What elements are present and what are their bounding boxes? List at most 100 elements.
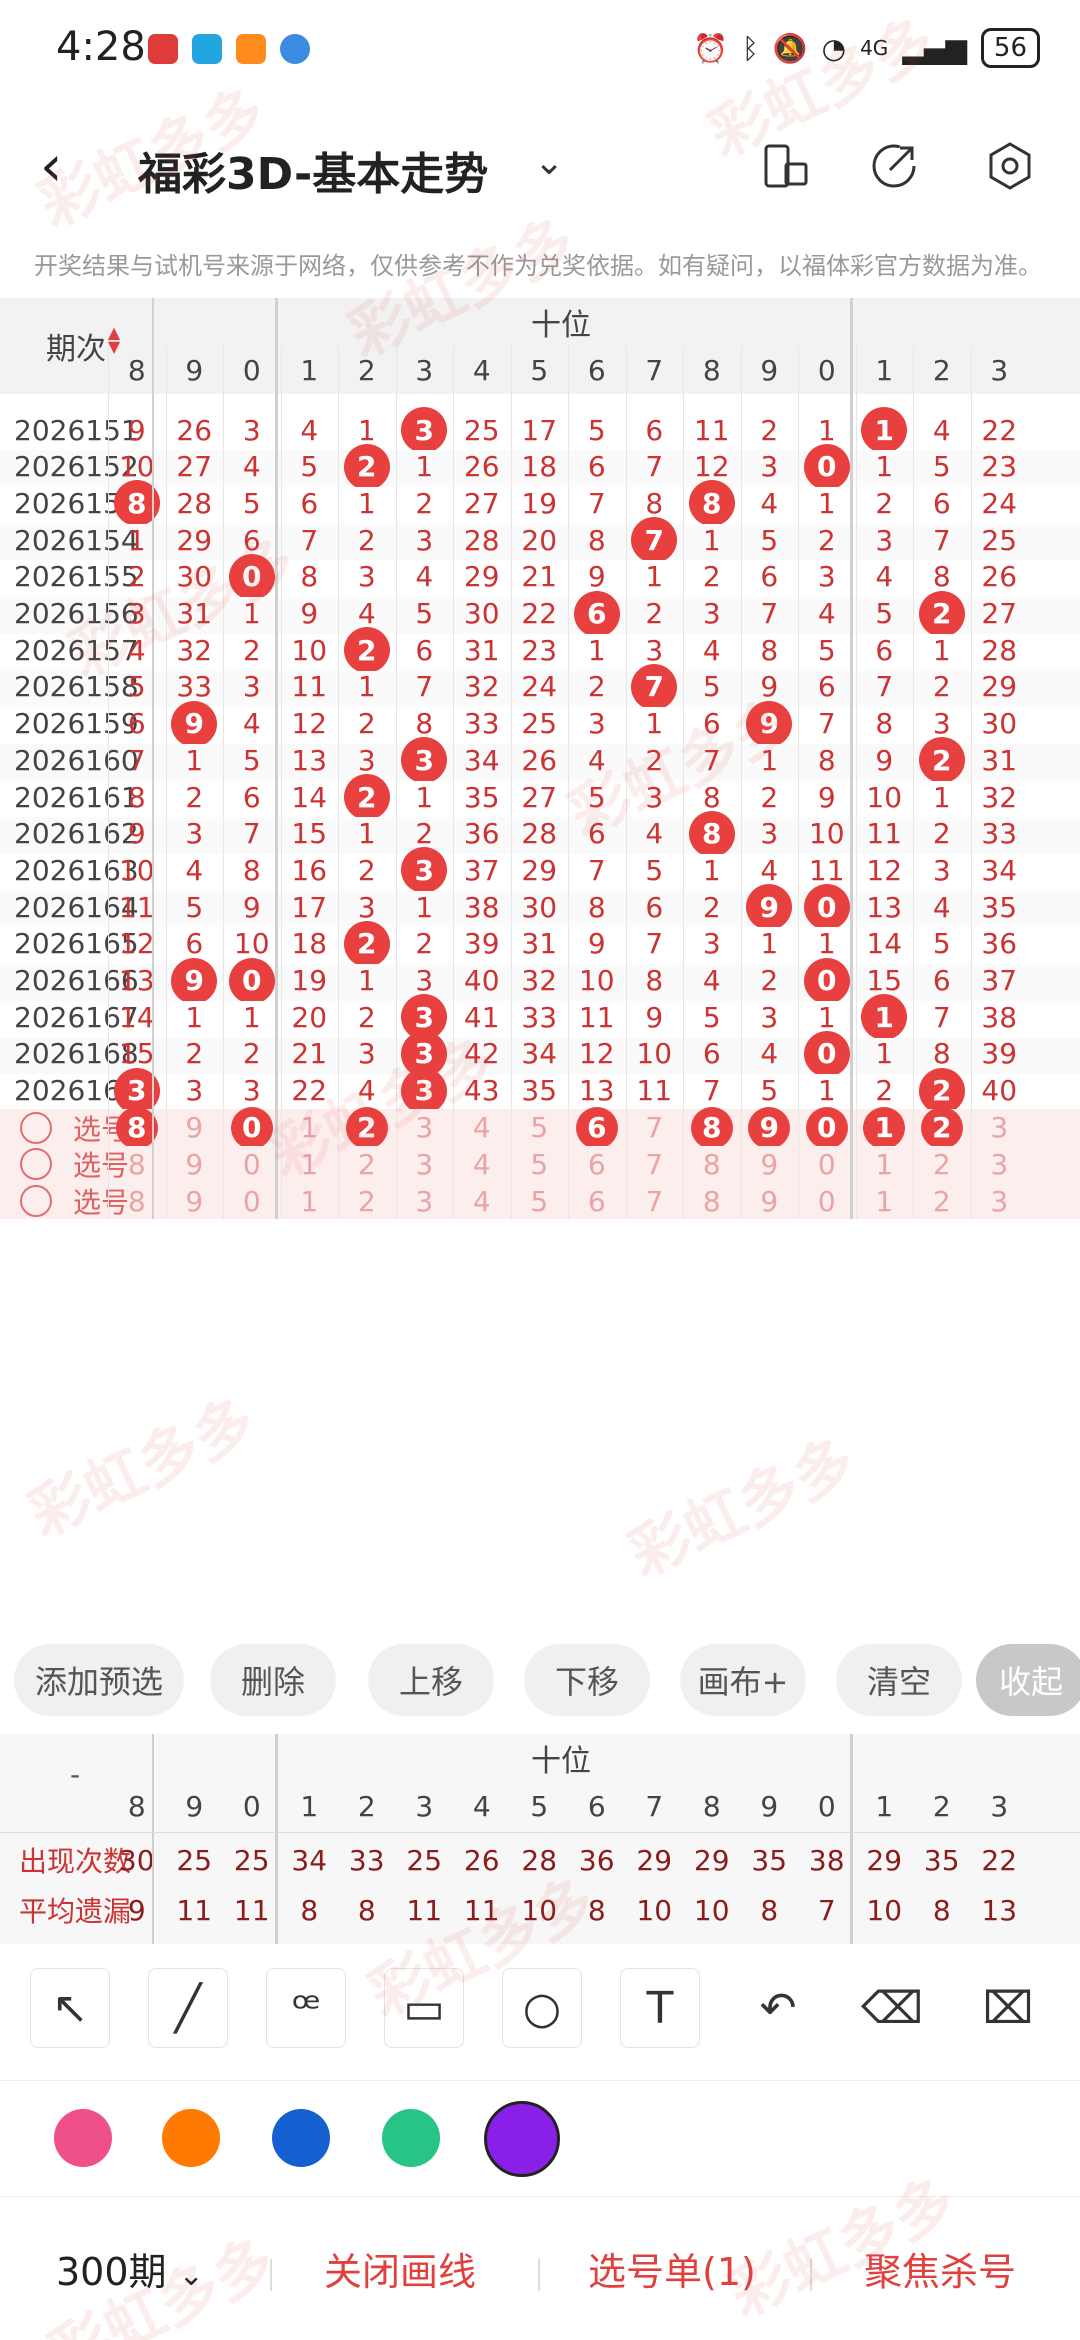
- pick-number[interactable]: 5: [511, 1146, 567, 1182]
- omission-value: 25: [521, 707, 558, 741]
- pick-number-selected[interactable]: 2: [920, 1106, 963, 1149]
- pick-number[interactable]: 2: [339, 1183, 395, 1219]
- phone-layout-icon[interactable]: [760, 140, 812, 192]
- pick-number[interactable]: 2: [339, 1146, 395, 1182]
- pick-number[interactable]: 4: [454, 1183, 510, 1219]
- omission-value: 1: [357, 817, 376, 851]
- pick-number[interactable]: 1: [856, 1146, 912, 1182]
- line-icon[interactable]: ╱: [148, 1968, 228, 2048]
- pick-number[interactable]: 6: [569, 1146, 625, 1182]
- omission-value: 3: [875, 523, 894, 557]
- pick-radio[interactable]: [20, 1185, 52, 1218]
- pick-list-button[interactable]: 选号单(1): [588, 2241, 756, 2296]
- pick-number[interactable]: 0: [224, 1183, 280, 1219]
- pick-number[interactable]: 4: [454, 1110, 510, 1146]
- pick-number-selected[interactable]: 2: [345, 1106, 388, 1149]
- clear-brush-icon[interactable]: ⌧: [968, 1968, 1048, 2048]
- page-title[interactable]: 福彩3D-基本走势: [138, 138, 488, 202]
- omission-value: 15: [866, 964, 903, 997]
- color-swatch[interactable]: [162, 2109, 220, 2167]
- omission-value: 2: [185, 1037, 204, 1071]
- settings-icon[interactable]: [984, 140, 1036, 192]
- omission-value: 7: [587, 486, 606, 520]
- average-omission: 9: [127, 1893, 146, 1927]
- chevron-down-icon[interactable]: ⌄: [534, 142, 564, 183]
- pick-number[interactable]: 6: [569, 1183, 625, 1219]
- row-divider: [0, 1832, 1080, 1833]
- pick-number[interactable]: 7: [626, 1146, 682, 1182]
- period-selector[interactable]: 300期 ⌄: [56, 2241, 204, 2296]
- column-separator: [275, 1734, 278, 1944]
- pick-number[interactable]: 7: [626, 1110, 682, 1146]
- add-preselect-button[interactable]: 添加预选: [14, 1644, 184, 1716]
- pick-number-selected[interactable]: 6: [575, 1106, 618, 1149]
- undo-icon[interactable]: ↶: [738, 1968, 818, 2048]
- pick-number[interactable]: 0: [799, 1146, 855, 1182]
- pick-number[interactable]: 9: [166, 1183, 222, 1219]
- pick-number[interactable]: 0: [224, 1146, 280, 1182]
- pick-number[interactable]: 9: [166, 1146, 222, 1182]
- back-arrow-icon[interactable]: ‹: [40, 134, 62, 199]
- color-swatch[interactable]: [272, 2109, 330, 2167]
- pick-number[interactable]: 8: [684, 1146, 740, 1182]
- pick-number-selected[interactable]: 0: [230, 1106, 273, 1149]
- close-line-button[interactable]: 关闭画线: [324, 2241, 476, 2296]
- curve-icon[interactable]: ꟹ: [266, 1968, 346, 2048]
- pick-number[interactable]: 3: [971, 1110, 1027, 1146]
- collapse-button[interactable]: 收起: [976, 1644, 1080, 1716]
- pick-number[interactable]: 4: [454, 1146, 510, 1182]
- move-up-button[interactable]: 上移: [368, 1644, 494, 1716]
- huawei-app-icon: [148, 34, 178, 64]
- omission-value: 7: [760, 597, 779, 630]
- pick-number[interactable]: 1: [856, 1183, 912, 1219]
- pick-number[interactable]: 8: [109, 1183, 165, 1219]
- text-icon[interactable]: T: [620, 1968, 700, 2048]
- omission-value: 3: [702, 597, 721, 630]
- omission-value: 2: [760, 413, 779, 447]
- rectangle-icon[interactable]: ▭: [384, 1968, 464, 2048]
- pick-number[interactable]: 7: [626, 1183, 682, 1219]
- pick-number[interactable]: 3: [971, 1183, 1027, 1219]
- pick-number-selected[interactable]: 0: [805, 1106, 848, 1149]
- appearance-count: 35: [751, 1843, 788, 1877]
- appearance-count: 25: [176, 1843, 213, 1877]
- pick-number[interactable]: 1: [281, 1146, 337, 1182]
- pick-number[interactable]: 9: [741, 1183, 797, 1219]
- pick-number[interactable]: 3: [971, 1146, 1027, 1182]
- share-icon[interactable]: [868, 140, 920, 192]
- pick-number[interactable]: 3: [396, 1146, 452, 1182]
- pick-number[interactable]: 1: [281, 1183, 337, 1219]
- omission-value: 1: [875, 1037, 894, 1071]
- focus-kill-button[interactable]: 聚焦杀号: [864, 2241, 1016, 2296]
- pick-number[interactable]: 0: [799, 1183, 855, 1219]
- pick-number[interactable]: 9: [741, 1146, 797, 1182]
- omission-value: 7: [932, 1000, 951, 1034]
- pick-number[interactable]: 8: [684, 1183, 740, 1219]
- delete-button[interactable]: 删除: [210, 1644, 336, 1716]
- omission-value: 2: [242, 633, 261, 667]
- clear-button[interactable]: 清空: [836, 1644, 962, 1716]
- pick-number[interactable]: 9: [166, 1110, 222, 1146]
- pick-number[interactable]: 2: [914, 1146, 970, 1182]
- pick-number[interactable]: 5: [511, 1183, 567, 1219]
- pick-number-selected[interactable]: 1: [863, 1106, 906, 1149]
- move-down-button[interactable]: 下移: [524, 1644, 650, 1716]
- canvas-plus-button[interactable]: 画布+: [680, 1644, 806, 1716]
- pick-number[interactable]: 3: [396, 1110, 452, 1146]
- pick-number[interactable]: 8: [109, 1146, 165, 1182]
- eraser-icon[interactable]: ⌫: [852, 1968, 932, 2048]
- color-swatch[interactable]: [382, 2109, 440, 2167]
- pick-number[interactable]: 2: [914, 1183, 970, 1219]
- color-swatch[interactable]: [54, 2109, 112, 2167]
- color-swatch[interactable]: [484, 2101, 560, 2177]
- pick-number[interactable]: 1: [281, 1110, 337, 1146]
- omission-value: 6: [645, 413, 664, 447]
- pick-number-selected[interactable]: 8: [690, 1106, 733, 1149]
- pointer-arrow-icon[interactable]: ↖: [30, 1968, 110, 2048]
- pick-number[interactable]: 3: [396, 1183, 452, 1219]
- circle-icon[interactable]: ○: [502, 1968, 582, 2048]
- column-header: 2: [932, 353, 951, 387]
- pick-radio[interactable]: [20, 1111, 52, 1144]
- pick-number-selected[interactable]: 9: [748, 1106, 791, 1149]
- pick-number[interactable]: 5: [511, 1110, 567, 1146]
